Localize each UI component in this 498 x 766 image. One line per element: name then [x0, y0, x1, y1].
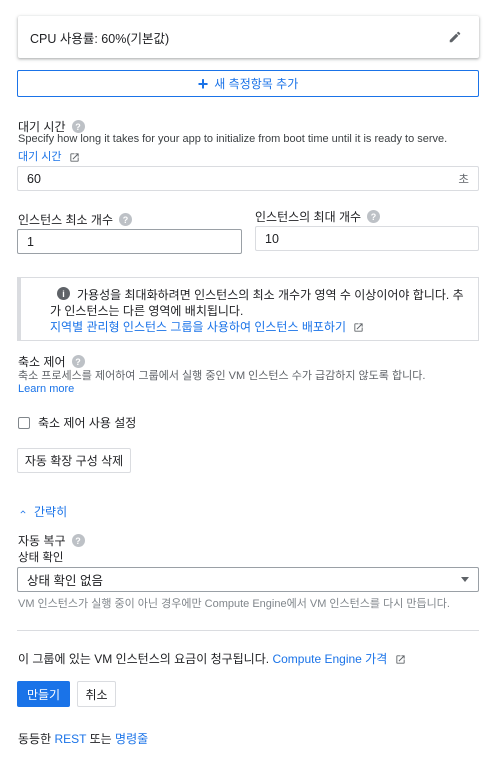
- add-metric-label: 새 측정항목 추가: [214, 77, 299, 91]
- min-instances-input[interactable]: 1: [17, 229, 242, 254]
- min-instances-title-row: 인스턴스 최소 개수 ?: [18, 211, 132, 228]
- info-icon: i: [57, 287, 70, 300]
- info-box: i 가용성을 최대화하려면 인스턴스의 최소 개수가 영역 수 이상이어야 합니…: [17, 277, 479, 341]
- edit-icon[interactable]: [443, 25, 467, 49]
- cooldown-unit: 초: [458, 173, 469, 186]
- scale-in-description: 축소 프로세스를 제어하여 그룹에서 실행 중인 VM 인스턴스 수가 급감하지…: [18, 370, 426, 382]
- dropdown-arrow-icon: [461, 577, 469, 582]
- billing-row: 이 그룹에 있는 VM 인스턴스의 요금이 청구됩니다. Compute Eng…: [18, 650, 406, 667]
- equivalent-middle: 또는: [89, 732, 112, 746]
- plus-icon: +: [197, 73, 209, 94]
- metric-card[interactable]: CPU 사용률: 60%(기본값): [18, 16, 479, 58]
- delete-autoscaling-button[interactable]: 자동 확장 구성 삭제: [17, 448, 131, 473]
- add-metric-button[interactable]: + 새 측정항목 추가: [17, 70, 479, 97]
- help-icon[interactable]: ?: [71, 120, 85, 133]
- chevron-up-icon: [20, 509, 26, 513]
- equivalent-prefix: 동등한: [18, 732, 52, 746]
- collapse-label: 간략히: [34, 505, 68, 519]
- cancel-button[interactable]: 취소: [77, 681, 116, 707]
- scale-in-checkbox[interactable]: [18, 417, 30, 429]
- autohealing-title-row: 자동 복구 ?: [18, 532, 85, 549]
- autohealing-hint: VM 인스턴스가 실행 중이 아닌 경우에만 Compute Engine에서 …: [18, 598, 450, 610]
- health-check-value: 상태 확인 없음: [27, 574, 103, 588]
- autohealing-title: 자동 복구: [18, 534, 66, 548]
- learn-more-link[interactable]: Learn more: [18, 383, 74, 395]
- equivalent-row: 동등한 REST 또는 명령줄: [18, 730, 148, 747]
- max-instances-title-row: 인스턴스의 최대 개수 ?: [255, 208, 381, 225]
- divider: [17, 630, 479, 631]
- create-button[interactable]: 만들기: [17, 681, 70, 707]
- cooldown-link-row: 대기 시간: [18, 148, 80, 164]
- health-check-select[interactable]: 상태 확인 없음: [17, 567, 479, 592]
- help-icon[interactable]: ?: [367, 210, 381, 223]
- cooldown-value: 60: [27, 171, 41, 186]
- learn-more-row: Learn more: [18, 383, 74, 395]
- info-link-row: 지역별 관리형 인스턴스 그룹을 사용하여 인스턴스 배포하기: [50, 318, 364, 335]
- cooldown-input[interactable]: 60 초: [17, 166, 479, 191]
- min-instances-title: 인스턴스 최소 개수: [18, 213, 113, 227]
- external-link-icon: [395, 655, 405, 664]
- max-instances-title: 인스턴스의 최대 개수: [255, 210, 362, 224]
- collapse-link[interactable]: 간략히: [18, 503, 67, 520]
- info-text-line2: 가 인스턴스는 다른 영역에 배치됩니다.: [50, 304, 244, 318]
- regional-mig-link[interactable]: 지역별 관리형 인스턴스 그룹을 사용하여 인스턴스 배포하기: [50, 320, 346, 334]
- create-label: 만들기: [26, 687, 61, 702]
- external-link-icon: [69, 152, 79, 162]
- health-check-label: 상태 확인: [18, 552, 64, 564]
- command-line-link[interactable]: 명령줄: [115, 732, 148, 746]
- help-icon[interactable]: ?: [119, 213, 132, 226]
- cancel-label: 취소: [85, 687, 108, 702]
- billing-text: 이 그룹에 있는 VM 인스턴스의 요금이 청구됩니다.: [18, 652, 270, 666]
- max-instances-value: 10: [265, 231, 279, 246]
- cooldown-link[interactable]: 대기 시간: [18, 151, 62, 163]
- external-link-icon: [354, 323, 363, 332]
- help-icon[interactable]: ?: [71, 534, 85, 547]
- max-instances-input[interactable]: 10: [255, 226, 479, 251]
- cooldown-description: Specify how long it takes for your app t…: [18, 133, 448, 145]
- info-text-line1: 가용성을 최대화하려면 인스턴스의 최소 개수가 영역 수 이상이어야 합니다.…: [77, 288, 464, 302]
- metric-label: CPU 사용률: 60%(기본값): [30, 31, 170, 46]
- rest-link[interactable]: REST: [54, 732, 86, 746]
- scale-in-checkbox-label: 축소 제어 사용 설정: [38, 416, 137, 430]
- delete-autoscaling-label: 자동 확장 구성 삭제: [24, 454, 124, 468]
- pricing-link[interactable]: Compute Engine 가격: [272, 652, 387, 666]
- min-instances-value: 1: [27, 234, 34, 249]
